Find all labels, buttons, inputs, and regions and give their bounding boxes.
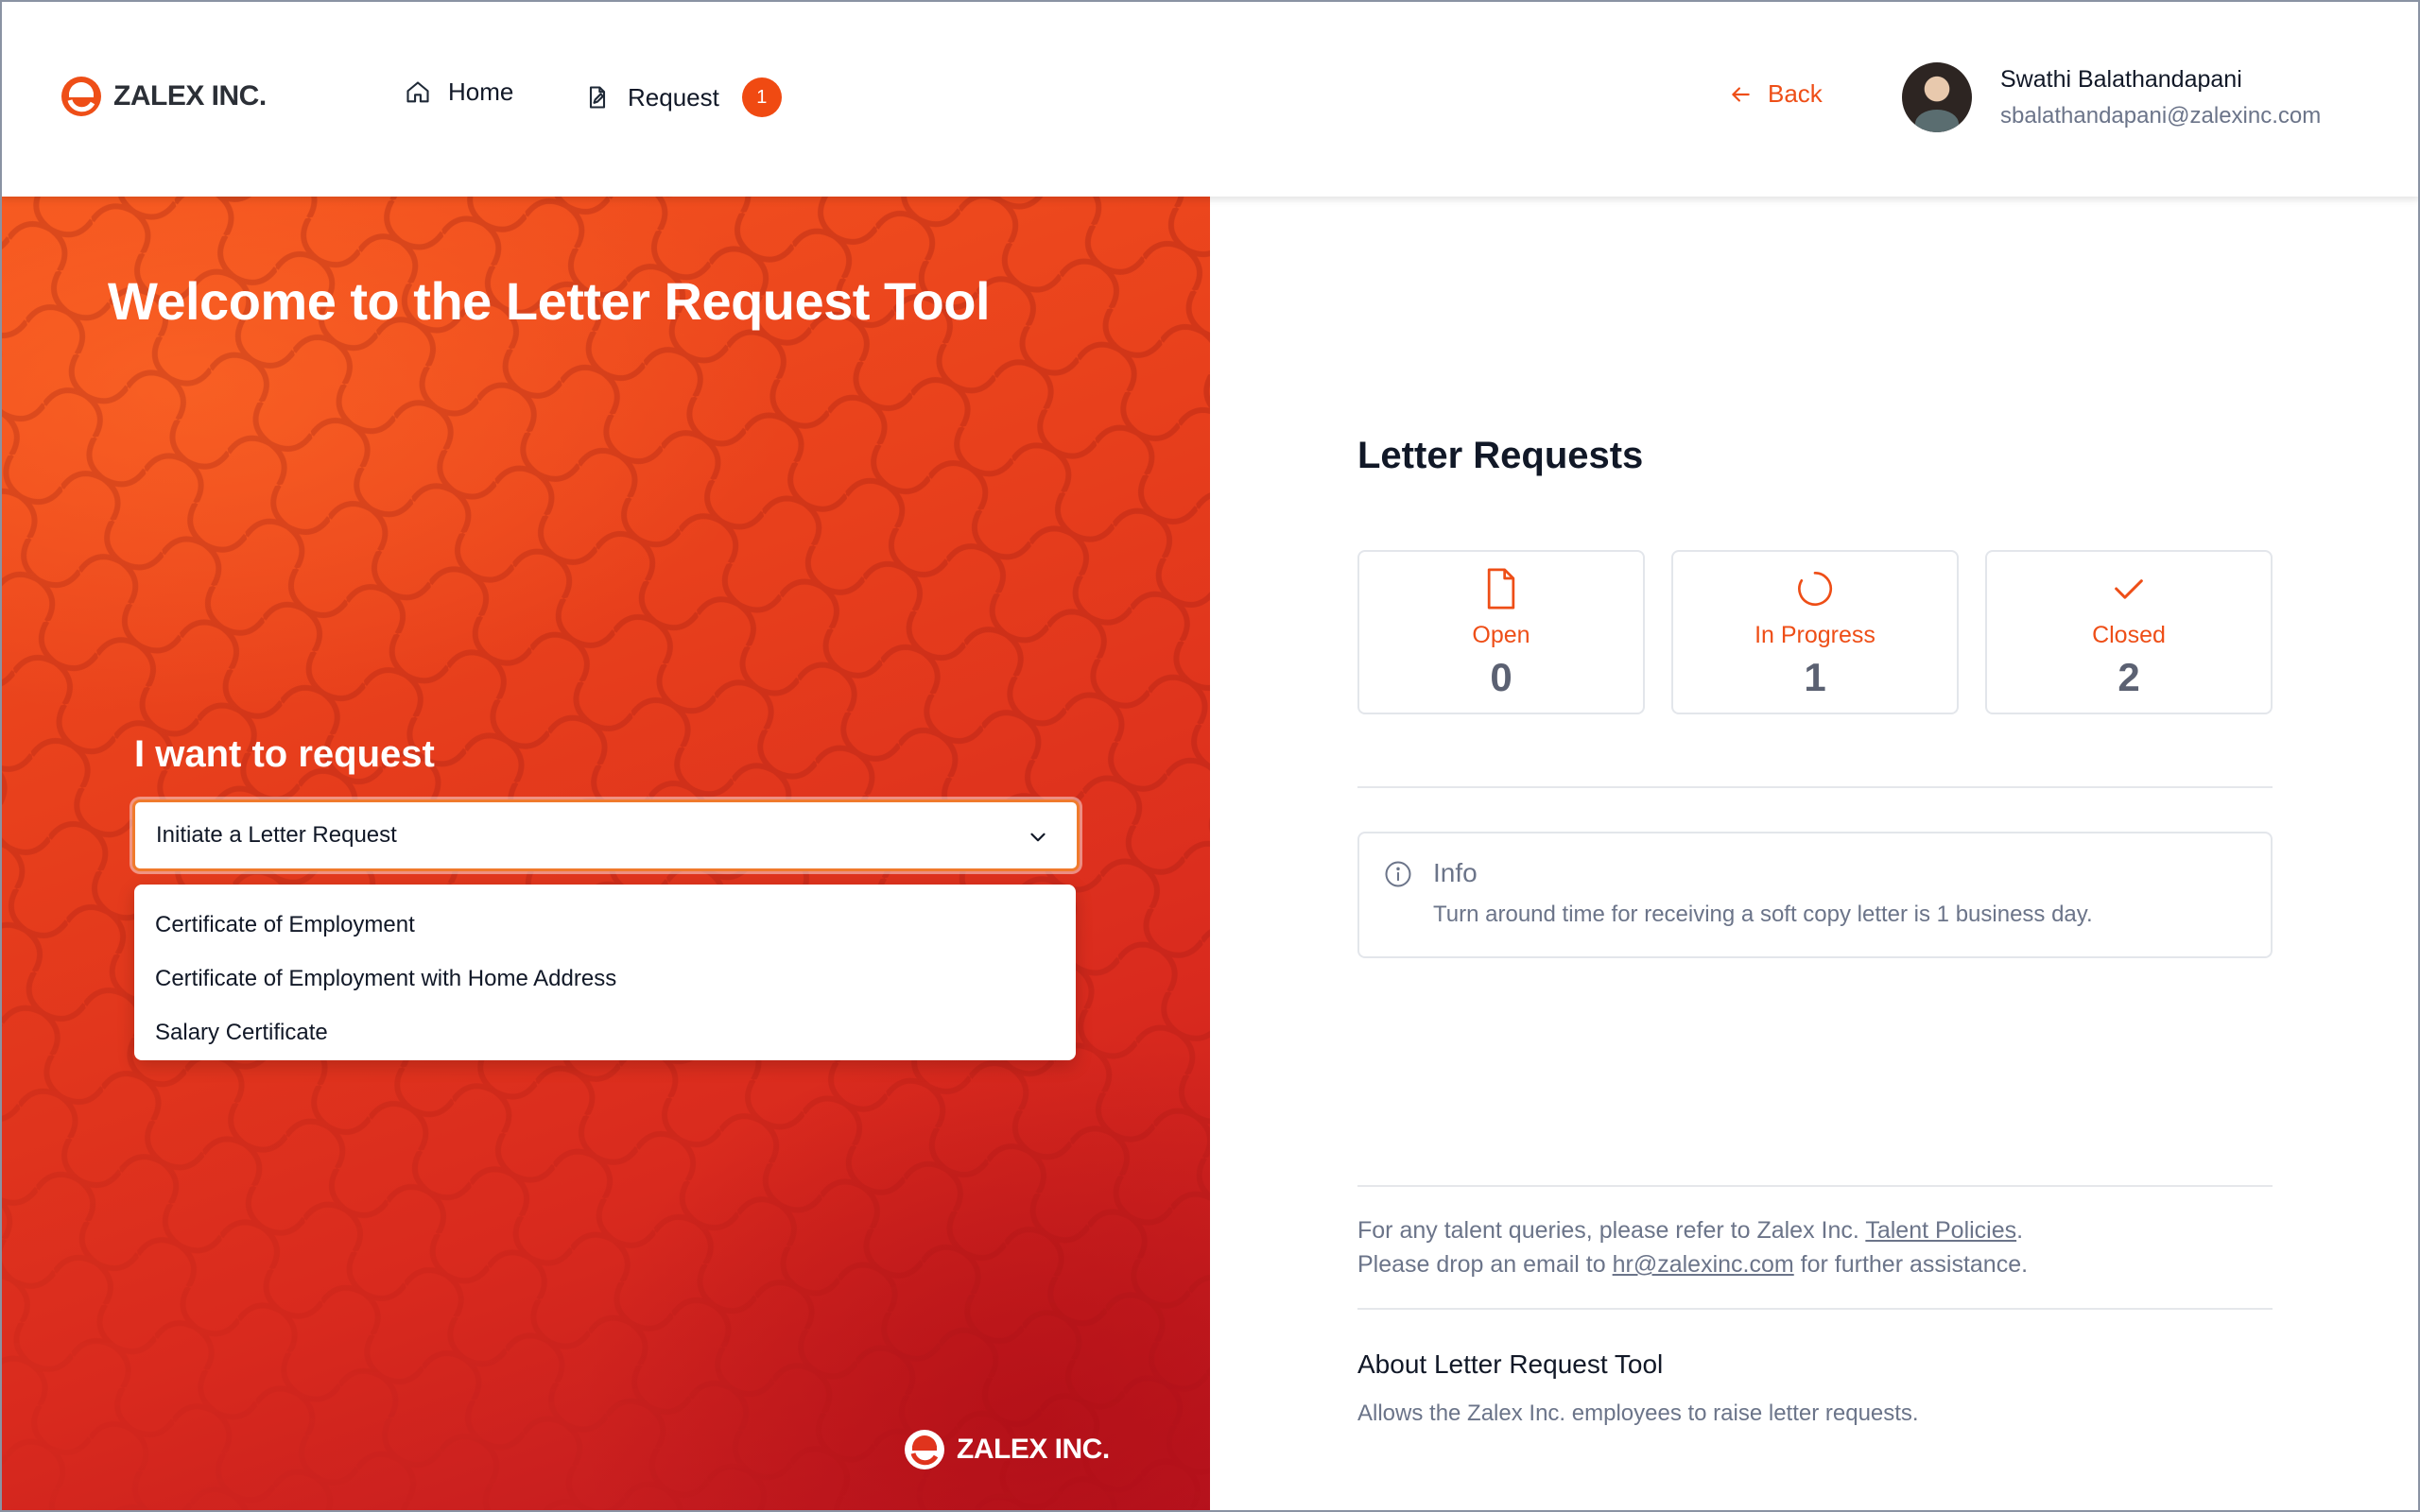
card-label: Open (1472, 622, 1530, 648)
about-text: Allows the Zalex Inc. employees to raise… (1357, 1400, 1919, 1426)
nav-home-label: Home (448, 77, 514, 106)
info-icon (1385, 861, 1411, 887)
hr-email-link[interactable]: hr@zalexinc.com (1613, 1251, 1794, 1278)
divider (1357, 786, 2273, 788)
card-count: 2 (2118, 655, 2140, 699)
letter-request-select[interactable]: Initiate a Letter Request (132, 799, 1080, 871)
user-name: Swathi Balathandapani (2000, 65, 2242, 93)
back-button[interactable]: Back (1728, 79, 1823, 109)
status-card-in-progress[interactable]: In Progress 1 (1671, 550, 1959, 714)
hero-panel: Welcome to the Letter Request Tool I wan… (0, 197, 1210, 1512)
info-text: Turn around time for receiving a soft co… (1433, 902, 2093, 927)
user-email: sbalathandapani@zalexinc.com (2000, 102, 2322, 129)
status-card-closed[interactable]: Closed 2 (1985, 550, 2273, 714)
chevron-down-icon (1030, 833, 1046, 842)
nav-home[interactable]: Home (405, 77, 513, 107)
top-header: ZALEX INC. Home Request 1 Back Swathi Ba… (0, 0, 2420, 197)
brand-logo[interactable]: ZALEX INC. (59, 74, 267, 119)
option-certificate-with-home-address[interactable]: Certificate of Employment with Home Addr… (134, 952, 1076, 1005)
back-label: Back (1768, 79, 1823, 108)
user-info: Swathi Balathandapani sbalathandapani@za… (2000, 66, 2321, 129)
hero-brand-name: ZALEX INC. (957, 1434, 1110, 1465)
card-count: 1 (1804, 655, 1826, 699)
talent-policies-link[interactable]: Talent Policies (1865, 1217, 2016, 1244)
card-label: Closed (2092, 622, 2166, 648)
hero-brand-logo: ZALEX INC. (902, 1427, 1110, 1472)
avatar (1902, 62, 1972, 132)
divider (1357, 1308, 2273, 1310)
nav-request-label: Request (628, 82, 719, 112)
request-label: I want to request (134, 733, 435, 775)
zalex-logo-icon (905, 1430, 944, 1469)
check-icon (2115, 579, 2143, 599)
brand-name: ZALEX INC. (113, 80, 267, 112)
home-icon (406, 80, 429, 102)
nav-request[interactable]: Request 1 (584, 77, 782, 117)
option-certificate-of-employment[interactable]: Certificate of Employment (134, 898, 1076, 952)
user-profile[interactable]: Swathi Balathandapani sbalathandapani@za… (1902, 62, 2321, 132)
talent-policies-note: For any talent queries, please refer to … (1357, 1217, 2024, 1244)
select-value: Initiate a Letter Request (156, 822, 397, 848)
status-card-open[interactable]: Open 0 (1357, 550, 1645, 714)
info-box: Info Turn around time for receiving a so… (1357, 832, 2273, 958)
hero-title: Welcome to the Letter Request Tool (108, 271, 991, 331)
arrow-left-icon (1732, 86, 1750, 102)
spinner-icon (1798, 571, 1833, 606)
option-salary-certificate[interactable]: Salary Certificate (134, 1005, 1076, 1059)
letter-type-dropdown: Certificate of Employment Certificate of… (134, 885, 1076, 1060)
request-count-badge: 1 (741, 77, 782, 117)
about-title: About Letter Request Tool (1357, 1349, 1664, 1379)
document-edit-icon (589, 86, 606, 109)
email-note: Please drop an email to hr@zalexinc.com … (1357, 1251, 2029, 1278)
file-icon (1487, 568, 1515, 610)
info-title: Info (1433, 858, 1478, 887)
card-count: 0 (1490, 655, 1512, 699)
zalex-logo-icon (61, 77, 101, 116)
card-label: In Progress (1754, 622, 1876, 648)
divider (1357, 1185, 2273, 1187)
letter-requests-title: Letter Requests (1357, 435, 1644, 476)
